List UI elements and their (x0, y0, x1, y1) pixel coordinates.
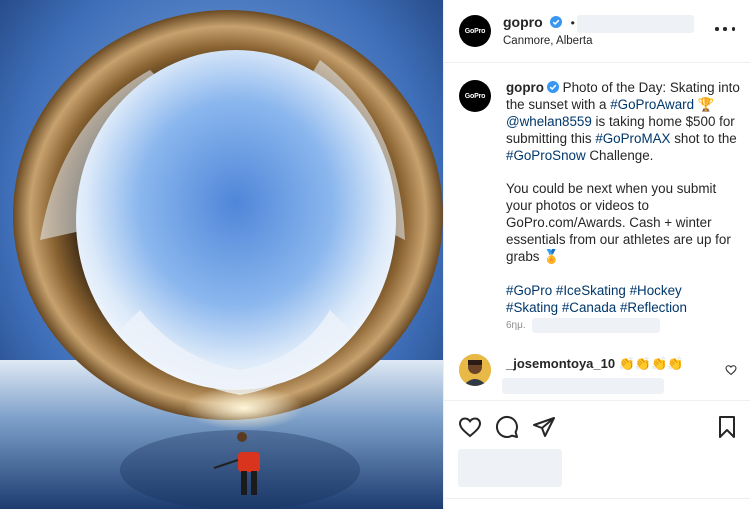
more-options-icon[interactable] (715, 24, 735, 34)
gopro-avatar[interactable]: GoPro (459, 15, 491, 47)
person-icon (459, 354, 491, 386)
post-header: GoPro gopro • Canmore, Alberta (444, 0, 750, 63)
blurred-follow (577, 15, 694, 33)
header-username[interactable]: gopro (503, 14, 543, 30)
hashtag-link[interactable]: #Canada (562, 300, 616, 315)
hashtag-link[interactable]: #Skating (506, 300, 558, 315)
save-bookmark-icon[interactable] (715, 415, 739, 439)
trophy-emoji: 🏆 (697, 96, 715, 112)
hashtag-link[interactable]: #GoPro (506, 283, 552, 298)
hashtag-link[interactable]: #GoProMAX (595, 131, 670, 146)
blurred-likes (458, 449, 562, 487)
comment-like-icon[interactable] (725, 364, 737, 376)
comment-username[interactable]: _josemontoya_10 (506, 356, 615, 371)
hashtag-link[interactable]: #Hockey (630, 283, 682, 298)
hashtag-link[interactable]: #GoProSnow (506, 148, 586, 163)
caption-paragraph: You could be next when you submit your p… (506, 181, 731, 265)
divider (444, 498, 750, 499)
share-icon[interactable] (532, 415, 556, 439)
verified-icon (550, 16, 563, 28)
blurred-meta (532, 318, 660, 333)
commenter-avatar[interactable] (459, 354, 491, 386)
hashtag-link[interactable]: #Reflection (620, 300, 687, 315)
caption-username[interactable]: gopro (506, 80, 544, 95)
comment-text: 👏👏👏👏 (618, 356, 684, 371)
action-bar (444, 400, 750, 451)
comment-icon[interactable] (495, 415, 519, 439)
post-photo[interactable] (0, 0, 443, 509)
verified-icon (546, 81, 559, 93)
instagram-post: GoPro gopro • Canmore, Alberta GoPro gop… (0, 0, 750, 509)
post-sidebar: GoPro gopro • Canmore, Alberta GoPro gop… (443, 0, 750, 509)
separator-dot: • (570, 16, 575, 30)
caption-avatar[interactable]: GoPro (459, 80, 491, 112)
post-timestamp[interactable]: 6ημ. (506, 320, 526, 331)
comment-item: _josemontoya_10 👏👏👏👏 (444, 350, 750, 394)
mention-link[interactable]: @whelan8559 (506, 114, 592, 129)
like-heart-icon[interactable] (458, 415, 482, 439)
tiny-planet-image (0, 0, 443, 509)
medal-emoji: 🏅 (543, 249, 560, 265)
location-link[interactable]: Canmore, Alberta (503, 35, 593, 47)
hashtag-link[interactable]: #GoProAward (610, 97, 694, 112)
hashtag-link[interactable]: #IceSkating (556, 283, 626, 298)
caption-text: gopro Photo of the Day: Skating into the… (506, 80, 740, 315)
blurred-comment-meta (502, 378, 664, 394)
